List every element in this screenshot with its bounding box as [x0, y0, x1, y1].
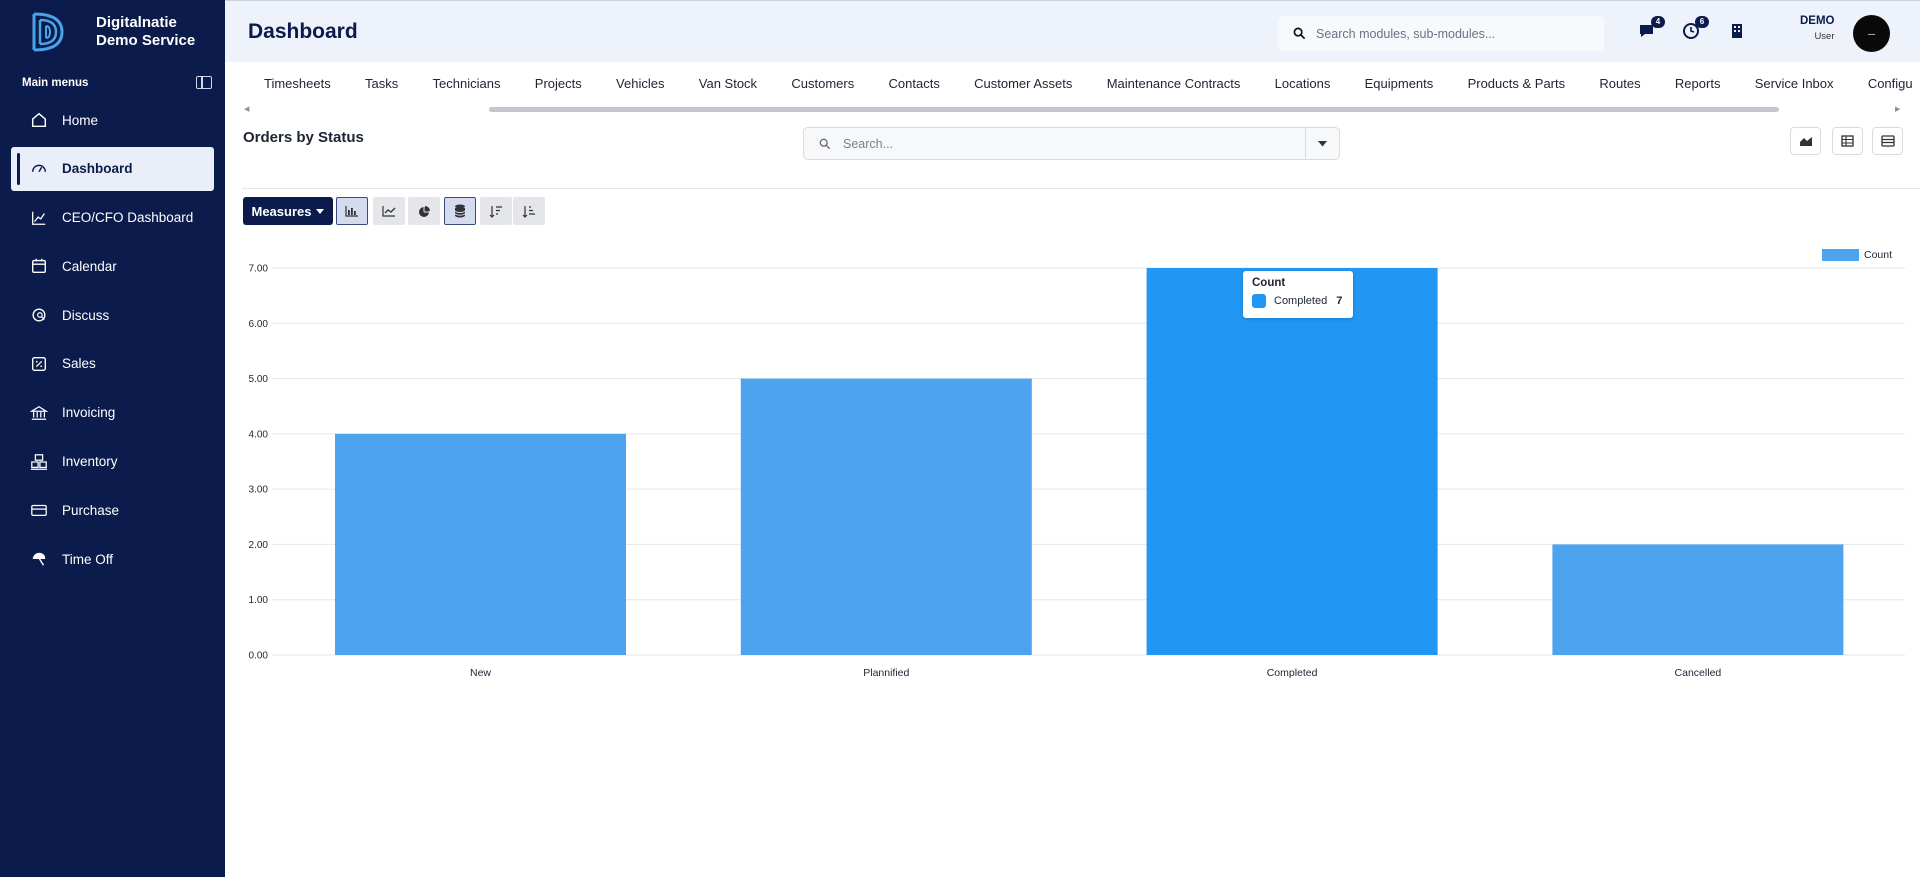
legend-swatch: [1822, 249, 1859, 261]
bar-cancelled: [1552, 544, 1844, 655]
y-tick-label: 3.00: [249, 485, 269, 496]
y-tick-label: 6.00: [249, 319, 269, 330]
tooltip-label: Completed: [1274, 295, 1328, 307]
y-tick-label: 0.00: [249, 651, 269, 662]
y-tick-label: 5.00: [249, 374, 269, 385]
y-tick-label: 7.00: [249, 264, 269, 275]
tooltip-title: Count: [1252, 277, 1286, 289]
bar-completed: [1146, 268, 1438, 655]
y-tick-label: 4.00: [249, 429, 269, 440]
tooltip-swatch: [1252, 294, 1266, 308]
y-tick-label: 1.00: [249, 595, 269, 606]
legend-label: Count: [1864, 249, 1892, 261]
chart-tooltip: Count Completed 7: [1243, 271, 1353, 318]
x-tick-label: Plannified: [863, 667, 909, 679]
x-tick-label: Cancelled: [1675, 667, 1722, 679]
orders-by-status-chart: 0.00 1.00 2.00 3.00 4.00 5.00 6.00 7.00 New Plann…: [249, 249, 1905, 679]
y-tick-label: 2.00: [249, 540, 269, 551]
x-tick-label: Completed: [1267, 667, 1318, 679]
bar-plannified: [740, 378, 1032, 655]
bar-new: [335, 433, 626, 655]
x-tick-label: New: [470, 667, 491, 679]
tooltip-value: 7: [1336, 295, 1343, 307]
